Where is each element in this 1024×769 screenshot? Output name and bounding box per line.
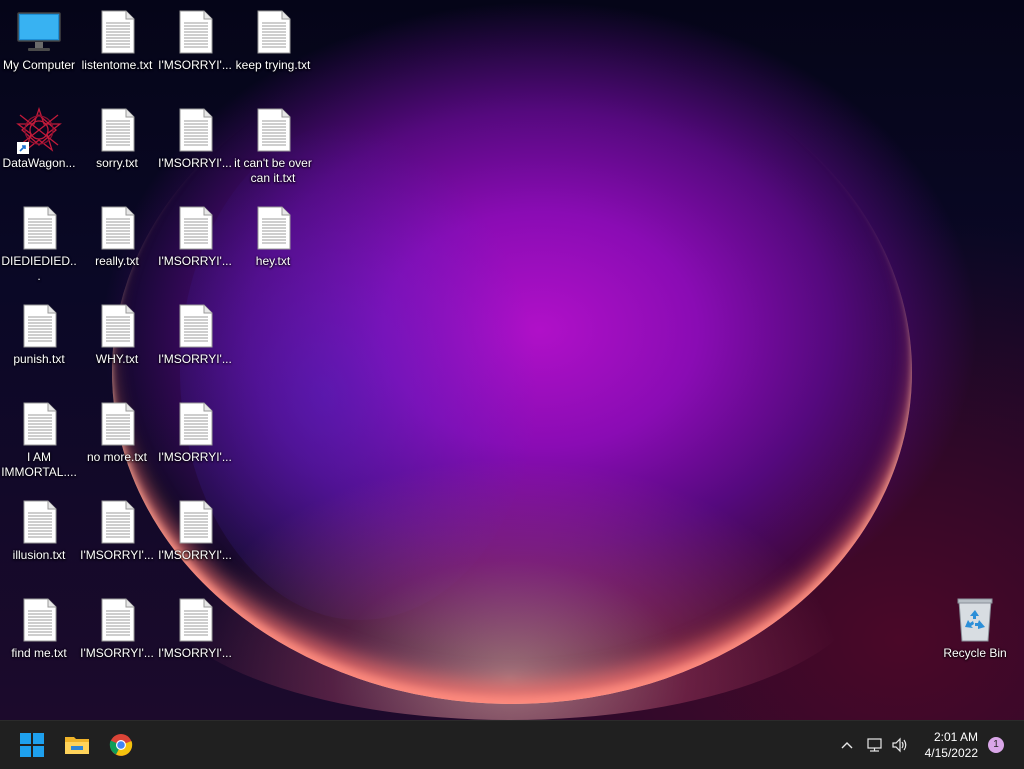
desktop-icon-txt-file[interactable]: punish.txt (0, 302, 78, 367)
desktop-icon-label: illusion.txt (12, 548, 66, 562)
desktop-icon-txt-file[interactable]: WHY.txt (78, 302, 156, 367)
desktop-icon-txt-file[interactable]: sorry.txt (78, 106, 156, 171)
file-explorer-button[interactable] (59, 727, 95, 763)
text-file-icon (249, 8, 297, 56)
desktop-icon-txt-file[interactable]: I'MSORRYI'... (78, 596, 156, 661)
folder-icon (65, 737, 89, 754)
text-file-icon (93, 400, 141, 448)
desktop-icon-txt-file[interactable]: keep trying.txt (234, 8, 312, 73)
desktop-icon-label: find me.txt (11, 646, 67, 660)
desktop-icon-label: DataWagon... (2, 156, 76, 170)
desktop-icon-txt-file[interactable]: I'MSORRYI'... (78, 498, 156, 563)
text-file-icon (171, 596, 219, 644)
desktop-icon-recycle-bin[interactable]: Recycle Bin (936, 596, 1014, 661)
text-file-icon (171, 204, 219, 252)
text-file-icon (93, 106, 141, 154)
desktop-icon-label: sorry.txt (96, 156, 138, 170)
desktop-icon-txt-file[interactable]: I'MSORRYI'... (156, 204, 234, 269)
chrome-icon (109, 734, 133, 756)
desktop-icon-label: I'MSORRYI'... (158, 450, 232, 464)
shortcut-arrow-icon (17, 142, 29, 154)
text-file-icon (15, 302, 63, 350)
desktop-icon-txt-file[interactable]: I'MSORRYI'... (156, 8, 234, 73)
desktop-icon-label: Recycle Bin (943, 646, 1007, 660)
text-file-icon (15, 204, 63, 252)
start-button[interactable] (14, 727, 50, 763)
desktop-icon-label: no more.txt (86, 450, 148, 464)
text-file-icon (93, 302, 141, 350)
text-file-icon (15, 498, 63, 546)
datawagon-app-icon (15, 106, 63, 154)
desktop-icon-label: I'MSORRYI'... (158, 548, 232, 562)
desktop-icon-label: WHY.txt (95, 352, 139, 366)
notification-badge[interactable]: 1 (988, 737, 1004, 753)
desktop-icon-txt-file[interactable]: I'MSORRYI'... (156, 400, 234, 465)
desktop-icon-txt-file[interactable]: find me.txt (0, 596, 78, 661)
desktop-icon-label: My Computer (2, 58, 76, 72)
desktop-icon-label: I'MSORRYI'... (158, 352, 232, 366)
text-file-icon (249, 106, 297, 154)
desktop-icon-label: really.txt (95, 254, 139, 268)
desktop-icon-txt-file[interactable]: I'MSORRYI'... (156, 596, 234, 661)
text-file-icon (171, 400, 219, 448)
desktop-icon-label: I'MSORRYI'... (158, 58, 232, 72)
desktop-icon-txt-file[interactable]: DIEDIEDIED... (0, 204, 78, 284)
text-file-icon (15, 596, 63, 644)
desktop-icon-txt-file[interactable]: I AM IMMORTAL.... (0, 400, 78, 480)
chrome-button[interactable] (103, 727, 139, 763)
desktop-icon-label: it can't be over can it.txt (234, 156, 312, 185)
desktop-icon-label: keep trying.txt (235, 58, 311, 72)
text-file-icon (171, 8, 219, 56)
desktop-icon-txt-file[interactable]: listentome.txt (78, 8, 156, 73)
desktop-icon-label: I'MSORRYI'... (158, 156, 232, 170)
show-hidden-icons-button[interactable] (836, 721, 858, 769)
desktop-icon-label: DIEDIEDIED... (1, 254, 77, 283)
text-file-icon (15, 400, 63, 448)
text-file-icon (249, 204, 297, 252)
desktop-icon-label: I'MSORRYI'... (80, 548, 154, 562)
desktop-icon-txt-file[interactable]: illusion.txt (0, 498, 78, 563)
text-file-icon (171, 302, 219, 350)
speaker-icon (892, 737, 907, 753)
text-file-icon (171, 106, 219, 154)
clock-button[interactable]: 2:01 AM 4/15/2022 (908, 729, 978, 761)
text-file-icon (93, 498, 141, 546)
network-button[interactable] (864, 721, 886, 769)
desktop-icon-label: listentome.txt (81, 58, 153, 72)
desktop-icon-txt-file[interactable]: I'MSORRYI'... (156, 302, 234, 367)
desktop-icon-txt-file[interactable]: I'MSORRYI'... (156, 106, 234, 171)
text-file-icon (93, 596, 141, 644)
desktop-icon-label: hey.txt (255, 254, 291, 268)
desktop-icon-txt-file[interactable]: hey.txt (234, 204, 312, 269)
desktop-icon-txt-file[interactable]: it can't be over can it.txt (234, 106, 312, 186)
desktop-icon-label: I'MSORRYI'... (158, 646, 232, 660)
desktop-icon-label: I AM IMMORTAL.... (1, 450, 77, 479)
desktop-icon-txt-file[interactable]: really.txt (78, 204, 156, 269)
desktop-icon-datawagon-shortcut[interactable]: DataWagon... (0, 106, 78, 171)
text-file-icon (171, 498, 219, 546)
text-file-icon (93, 8, 141, 56)
clock-time: 2:01 AM (933, 730, 978, 744)
desktop-icon-label: I'MSORRYI'... (158, 254, 232, 268)
windows-logo-icon (20, 733, 44, 757)
monitor-icon (15, 8, 63, 56)
chevron-up-icon (841, 742, 853, 749)
network-icon (867, 738, 882, 752)
taskbar: 2:01 AM 4/15/2022 1 (0, 720, 1024, 769)
desktop-icon-label: I'MSORRYI'... (80, 646, 154, 660)
desktop-icon-txt-file[interactable]: I'MSORRYI'... (156, 498, 234, 563)
desktop-icon-label: punish.txt (13, 352, 65, 366)
desktop-icon-txt-file[interactable]: no more.txt (78, 400, 156, 465)
clock-date: 4/15/2022 (924, 746, 978, 760)
desktop-icon-my-computer[interactable]: My Computer (0, 8, 78, 73)
recycle-bin-icon (951, 596, 999, 644)
text-file-icon (93, 204, 141, 252)
